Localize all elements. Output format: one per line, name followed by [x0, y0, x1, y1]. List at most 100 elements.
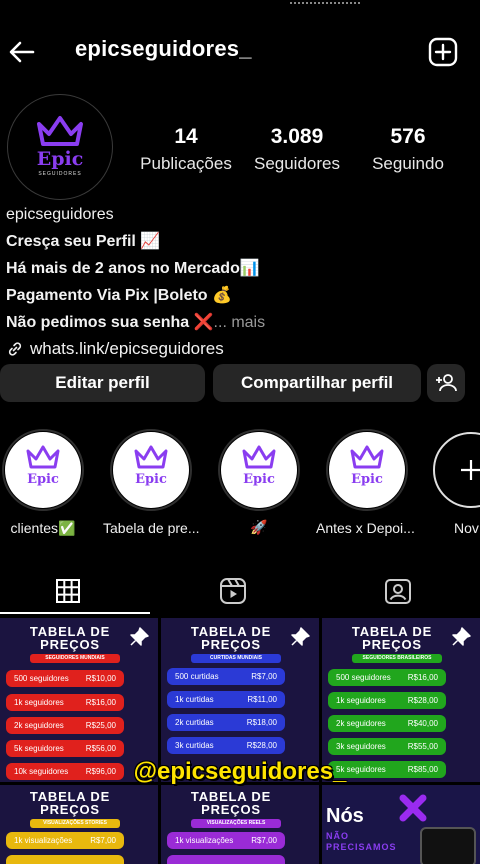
posts-grid: TABELA DE PREÇOS SEGUIDORES MUNDIAIS 500…: [0, 616, 480, 864]
highlight-ring: Epic: [2, 429, 84, 511]
bio-line-3-text: Pagamento Via Pix |Boleto: [6, 287, 208, 304]
tab-tagged[interactable]: [318, 566, 478, 616]
row-item: 500 curtidas: [175, 672, 219, 681]
price-row: 500 seguidores R$10,00: [6, 670, 124, 687]
profile-avatar[interactable]: [7, 94, 113, 200]
highlight-cover: Epic: [113, 432, 189, 508]
stat-following[interactable]: 576 Seguindo: [363, 125, 453, 174]
bio-more-link[interactable]: ... mais: [214, 314, 266, 331]
row-item: 2k curtidas: [175, 718, 214, 727]
cross-mark-emoji: ❌: [193, 312, 214, 331]
row-price: R$16,00: [407, 673, 438, 682]
tab-reels[interactable]: [153, 566, 313, 616]
row-price: R$7,00: [251, 836, 277, 845]
pin-icon: [128, 626, 150, 648]
cross-icon: [398, 793, 428, 828]
stat-posts[interactable]: 14 Publicações: [136, 125, 236, 174]
row-price: R$11,00: [247, 695, 277, 704]
epic-logo-icon: Epic: [26, 445, 60, 487]
row-price: R$55,00: [407, 742, 438, 751]
highlight-antes-depois[interactable]: Epic Antes x Depoi...: [316, 429, 415, 536]
plus-icon: [461, 460, 480, 480]
post-tile[interactable]: TABELA DE PREÇOS SEGUIDORES BRASILEIROS …: [322, 618, 480, 782]
row-item: 1k curtidas: [175, 695, 214, 704]
price-row: 10k seguidores R$96,00: [6, 763, 124, 780]
discover-people-button[interactable]: [427, 364, 465, 402]
row-price: R$7,00: [90, 836, 116, 845]
row-item: 1k visualizações: [14, 836, 73, 845]
edit-profile-button[interactable]: Editar perfil: [0, 364, 205, 402]
profile-username-title: epicseguidores_: [75, 36, 252, 61]
row-item: 5k seguidores: [14, 744, 64, 753]
followers-label: Seguidores: [253, 154, 340, 173]
price-row: 2k seguidores R$25,00: [6, 717, 124, 734]
price-row: [167, 855, 285, 864]
highlight-rocket[interactable]: Epic 🚀: [216, 429, 302, 536]
price-row: 500 curtidas R$7,00: [167, 668, 285, 685]
top-bar: epicseguidores_: [0, 30, 480, 74]
post-title: TABELA DE PREÇOS: [29, 789, 111, 817]
phone-graphic: [420, 827, 476, 864]
status-bar: [0, 0, 480, 14]
row-item: 5k seguidores: [336, 765, 386, 774]
new-highlight-circle: [433, 432, 480, 508]
followers-count: 3.089: [270, 125, 324, 148]
row-price: R$25,00: [85, 721, 116, 730]
highlight-new[interactable]: Nov: [430, 429, 480, 536]
post-title: TABELA DE PREÇOS: [29, 624, 111, 652]
price-row: 5k seguidores R$56,00: [6, 740, 124, 757]
price-row: 5k seguidores R$85,00: [328, 761, 446, 778]
row-item: 1k seguidores: [14, 698, 64, 707]
post-heading: Nós: [326, 805, 364, 827]
highlight-cover: Epic: [221, 432, 297, 508]
stat-followers[interactable]: 3.089 Seguidores: [249, 125, 345, 174]
post-tile[interactable]: TABELA DE PREÇOS SEGUIDORES MUNDIAIS 500…: [0, 618, 158, 782]
back-arrow-icon[interactable]: [4, 34, 40, 70]
epic-logo-icon: Epic: [242, 445, 276, 487]
post-tile[interactable]: TABELA DE PREÇOS CURTIDAS MUNDIAIS 500 c…: [161, 618, 319, 782]
following-label: Seguindo: [372, 154, 444, 173]
highlight-ring: Epic: [326, 429, 408, 511]
price-row: 1k seguidores R$28,00: [328, 692, 446, 709]
post-subtitle: SEGUIDORES BRASILEIROS: [352, 654, 442, 663]
highlight-label: clientes✅: [10, 520, 76, 536]
pin-icon: [450, 626, 472, 648]
tab-posts-grid[interactable]: [0, 566, 136, 616]
price-row: 1k visualizações R$7,00: [6, 832, 124, 849]
profile-tabs: [0, 566, 480, 616]
post-tile[interactable]: Nós NÃO PRECISAMOS: [322, 785, 480, 864]
price-row: 3k seguidores R$55,00: [328, 738, 446, 755]
tagged-icon: [385, 579, 411, 604]
post-tile[interactable]: TABELA DE PREÇOS VISUALIZAÇÕES STORIES 1…: [0, 785, 158, 864]
price-row: 2k seguidores R$40,00: [328, 715, 446, 732]
row-item: 500 seguidores: [14, 674, 69, 683]
price-row: 1k visualizações R$7,00: [167, 832, 285, 849]
link-icon: [8, 342, 22, 356]
price-row: 1k curtidas R$11,00: [167, 691, 285, 708]
post-tile[interactable]: TABELA DE PREÇOS VISUALIZAÇÕES REELS 1k …: [161, 785, 319, 864]
highlight-label: Nov: [454, 520, 479, 536]
row-price: R$56,00: [85, 744, 116, 753]
highlight-clientes[interactable]: Epic clientes✅: [0, 429, 86, 537]
bio-link[interactable]: whats.link/epicseguidores: [6, 336, 476, 362]
posts-label: Publicações: [140, 154, 232, 173]
row-item: 2k seguidores: [336, 719, 386, 728]
post-title: TABELA DE PREÇOS: [190, 789, 272, 817]
row-item: 1k visualizações: [175, 836, 234, 845]
logo-text: Epic: [27, 472, 59, 487]
new-post-icon[interactable]: [428, 37, 458, 67]
epic-logo-icon: Epic: [134, 445, 168, 487]
bio-link-text: whats.link/epicseguidores: [30, 339, 224, 358]
row-item: 1k seguidores: [336, 696, 386, 705]
price-row: 500 seguidores R$16,00: [328, 669, 446, 686]
row-item: 2k seguidores: [14, 721, 64, 730]
logo-text: Epic: [351, 472, 383, 487]
pin-icon: [289, 626, 311, 648]
highlight-cover: Epic: [5, 432, 81, 508]
row-item: 10k seguidores: [14, 767, 69, 776]
highlight-label: Antes x Depoi...: [316, 520, 415, 536]
share-profile-button[interactable]: Compartilhar perfil: [213, 364, 421, 402]
highlight-tabela[interactable]: Epic Tabela de pre...: [103, 429, 200, 536]
price-row: 1k seguidores R$16,00: [6, 694, 124, 711]
post-title: TABELA DE PREÇOS: [190, 624, 272, 652]
